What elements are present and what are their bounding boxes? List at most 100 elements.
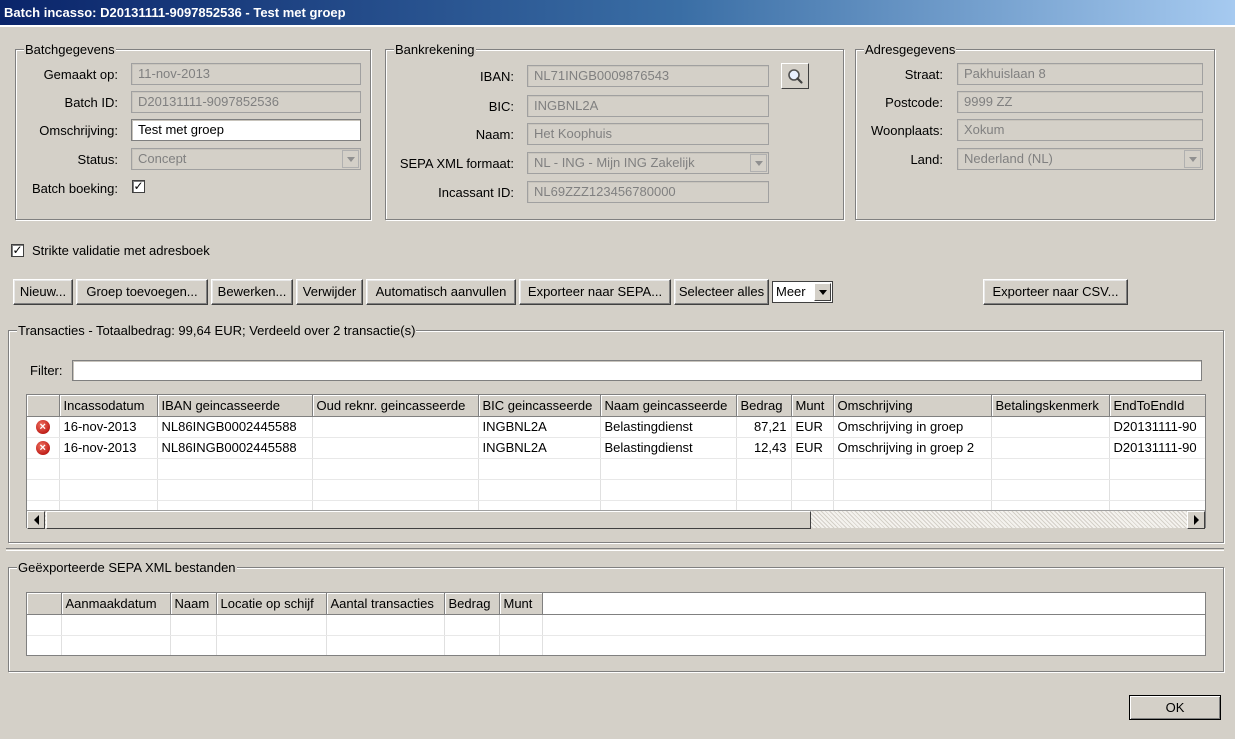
arrow-right-icon bbox=[1193, 515, 1199, 525]
column-header[interactable]: Bedrag bbox=[444, 593, 500, 615]
table-cell bbox=[991, 416, 1110, 438]
more-value: Meer bbox=[776, 284, 806, 299]
table-header-row: Aanmaakdatum Naam Locatie op schijf Aant… bbox=[27, 593, 1205, 615]
column-header[interactable]: Munt bbox=[791, 395, 834, 417]
table-cell: D20131111-90 bbox=[1109, 416, 1205, 438]
new-button[interactable]: Nieuw... bbox=[13, 279, 73, 305]
table-row[interactable]: × 16-nov-2013 NL86INGB0002445588 INGBNL2… bbox=[27, 437, 1205, 459]
city-label: Woonplaats: bbox=[870, 123, 943, 138]
table-header-row: Incassodatum IBAN geincasseerde Oud rekn… bbox=[27, 395, 1205, 417]
export-csv-button[interactable]: Exporteer naar CSV... bbox=[983, 279, 1128, 305]
filter-input[interactable] bbox=[72, 360, 1202, 381]
exports-table[interactable]: Aanmaakdatum Naam Locatie op schijf Aant… bbox=[26, 592, 1206, 656]
empty-row bbox=[27, 614, 1205, 636]
batch-id-label: Batch ID: bbox=[64, 95, 118, 110]
address-legend: Adresgegevens bbox=[864, 42, 957, 57]
description-label: Omschrijving: bbox=[39, 123, 118, 138]
strict-validation-checkbox[interactable]: ✓ bbox=[11, 244, 24, 257]
error-icon: × bbox=[35, 420, 50, 435]
exports-legend: Geëxporteerde SEPA XML bestanden bbox=[17, 560, 237, 575]
column-header[interactable]: Naam bbox=[170, 593, 217, 615]
column-header[interactable]: Aantal transacties bbox=[326, 593, 445, 615]
column-header[interactable]: Locatie op schijf bbox=[216, 593, 327, 615]
window-title: Batch incasso: D20131111-9097852536 - Te… bbox=[0, 0, 1235, 25]
column-header[interactable]: Oud reknr. geincasseerde bbox=[312, 395, 479, 417]
table-cell: INGBNL2A bbox=[478, 416, 601, 438]
empty-row bbox=[27, 458, 1205, 480]
scroll-thumb[interactable] bbox=[46, 511, 811, 529]
sepa-format-value: NL - ING - Mijn ING Zakelijk bbox=[534, 155, 695, 170]
status-value: Concept bbox=[138, 151, 187, 166]
export-sepa-button[interactable]: Exporteer naar SEPA... bbox=[519, 279, 671, 305]
column-header[interactable]: IBAN geincasseerde bbox=[157, 395, 313, 417]
transactions-grid: Incassodatum IBAN geincasseerde Oud rekn… bbox=[27, 395, 1205, 522]
iban-field: NL71INGB0009876543 bbox=[527, 65, 769, 87]
delete-button[interactable]: Verwijder bbox=[296, 279, 363, 305]
table-cell bbox=[312, 437, 479, 459]
column-header[interactable]: Munt bbox=[499, 593, 543, 615]
autofill-button[interactable]: Automatisch aanvullen bbox=[366, 279, 516, 305]
title-divider bbox=[0, 25, 1235, 27]
add-group-button[interactable]: Groep toevoegen... bbox=[76, 279, 208, 305]
country-value: Nederland (NL) bbox=[964, 151, 1053, 166]
table-cell: NL86INGB0002445588 bbox=[157, 416, 313, 438]
chevron-down-icon bbox=[750, 154, 767, 172]
column-header[interactable]: EndToEndId bbox=[1109, 395, 1205, 417]
batch-details-legend: Batchgegevens bbox=[24, 42, 116, 57]
table-cell: 16-nov-2013 bbox=[59, 416, 158, 438]
bank-account-legend: Bankrekening bbox=[394, 42, 476, 57]
column-header[interactable]: Betalingskenmerk bbox=[991, 395, 1110, 417]
select-all-button[interactable]: Selecteer alles bbox=[674, 279, 769, 305]
column-header[interactable] bbox=[27, 395, 60, 417]
zip-field: 9999 ZZ bbox=[957, 91, 1203, 113]
table-cell: Belastingdienst bbox=[600, 416, 737, 438]
panel-splitter[interactable] bbox=[6, 548, 1224, 551]
ok-button[interactable]: OK bbox=[1129, 695, 1221, 720]
creditor-id-field: NL69ZZZ123456780000 bbox=[527, 181, 769, 203]
created-field: 11-nov-2013 bbox=[131, 63, 361, 85]
zip-label: Postcode: bbox=[885, 95, 943, 110]
table-cell: EUR bbox=[791, 437, 834, 459]
iban-search-button[interactable] bbox=[781, 63, 809, 89]
bic-label: BIC: bbox=[488, 99, 514, 114]
edit-button[interactable]: Bewerken... bbox=[211, 279, 293, 305]
table-cell: 16-nov-2013 bbox=[59, 437, 158, 459]
street-field: Pakhuislaan 8 bbox=[957, 63, 1203, 85]
chevron-down-icon bbox=[1184, 150, 1201, 168]
filter-label: Filter: bbox=[30, 363, 63, 378]
table-cell: EUR bbox=[791, 416, 834, 438]
description-input[interactable]: Test met groep bbox=[131, 119, 361, 141]
table-cell: Belastingdienst bbox=[600, 437, 737, 459]
table-cell bbox=[991, 437, 1110, 459]
column-header[interactable] bbox=[27, 593, 62, 615]
column-header[interactable]: Bedrag bbox=[736, 395, 792, 417]
street-label: Straat: bbox=[904, 67, 943, 82]
column-header[interactable]: Aanmaakdatum bbox=[61, 593, 171, 615]
transactions-table[interactable]: Incassodatum IBAN geincasseerde Oud rekn… bbox=[26, 394, 1206, 528]
more-select[interactable]: Meer bbox=[772, 281, 833, 303]
iban-label: IBAN: bbox=[480, 69, 514, 84]
column-header[interactable]: Omschrijving bbox=[833, 395, 992, 417]
column-header[interactable]: BIC geincasseerde bbox=[478, 395, 601, 417]
table-cell: 87,21 bbox=[736, 416, 792, 438]
sepa-format-select[interactable]: NL - ING - Mijn ING Zakelijk bbox=[527, 152, 769, 174]
transactions-legend: Transacties - Totaalbedrag: 99,64 EUR; V… bbox=[17, 323, 417, 338]
horizontal-scrollbar[interactable] bbox=[27, 510, 1205, 529]
strict-validation-label: Strikte validatie met adresboek bbox=[32, 243, 210, 258]
status-label: Status: bbox=[77, 152, 118, 167]
empty-row bbox=[27, 479, 1205, 501]
column-header[interactable]: Incassodatum bbox=[59, 395, 158, 417]
status-select[interactable]: Concept bbox=[131, 148, 361, 170]
scroll-right-button[interactable] bbox=[1187, 511, 1205, 529]
name-label: Naam: bbox=[475, 127, 514, 142]
country-select[interactable]: Nederland (NL) bbox=[957, 148, 1203, 170]
empty-row bbox=[27, 635, 1205, 655]
scroll-left-button[interactable] bbox=[27, 511, 45, 529]
chevron-down-icon bbox=[814, 283, 831, 301]
arrow-left-icon bbox=[33, 515, 39, 525]
batch-booking-checkbox[interactable]: ✓ bbox=[132, 180, 145, 193]
table-cell: 12,43 bbox=[736, 437, 792, 459]
sepa-format-label: SEPA XML formaat: bbox=[399, 156, 514, 171]
table-row[interactable]: × 16-nov-2013 NL86INGB0002445588 INGBNL2… bbox=[27, 416, 1205, 438]
column-header[interactable]: Naam geincasseerde bbox=[600, 395, 737, 417]
